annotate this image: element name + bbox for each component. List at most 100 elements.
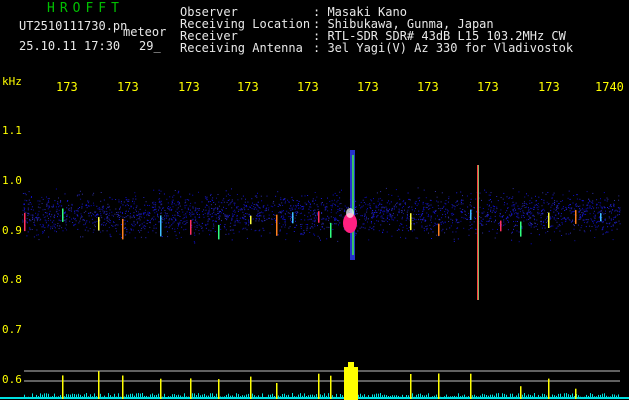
noise-pixel bbox=[111, 224, 113, 226]
noise-pixel bbox=[137, 218, 139, 220]
noise-pixel bbox=[617, 207, 619, 209]
noise-pixel bbox=[310, 218, 312, 220]
noise-pixel bbox=[58, 206, 59, 208]
noise-pixel bbox=[391, 235, 393, 237]
noise-pixel bbox=[527, 195, 529, 197]
baseline-noise bbox=[554, 395, 555, 398]
noise-pixel bbox=[508, 214, 510, 216]
noise-pixel bbox=[405, 219, 407, 221]
baseline-noise bbox=[224, 396, 225, 398]
noise-pixel bbox=[514, 207, 516, 209]
noise-pixel bbox=[394, 217, 396, 219]
noise-pixel bbox=[145, 209, 147, 211]
noise-pixel bbox=[201, 222, 203, 224]
baseline-noise bbox=[50, 396, 51, 398]
baseline-noise bbox=[272, 393, 273, 398]
noise-pixel bbox=[542, 225, 544, 226]
noise-pixel bbox=[573, 214, 575, 216]
noise-pixel bbox=[47, 198, 49, 200]
noise-pixel bbox=[338, 224, 339, 226]
noise-pixel bbox=[149, 226, 151, 228]
noise-pixel bbox=[582, 213, 584, 215]
baseline-noise bbox=[144, 395, 145, 398]
noise-pixel bbox=[531, 224, 533, 225]
noise-pixel bbox=[400, 203, 402, 205]
noise-pixel bbox=[224, 214, 226, 216]
noise-pixel bbox=[415, 237, 417, 239]
noise-pixel bbox=[335, 217, 337, 219]
noise-pixel bbox=[185, 228, 187, 230]
baseline-noise bbox=[544, 394, 545, 398]
noise-pixel bbox=[157, 215, 158, 217]
noise-pixel bbox=[481, 199, 482, 201]
noise-pixel bbox=[556, 227, 558, 229]
noise-pixel bbox=[524, 207, 526, 208]
noise-pixel bbox=[89, 228, 91, 229]
noise-pixel bbox=[208, 229, 210, 231]
noise-pixel bbox=[369, 203, 371, 205]
noise-pixel bbox=[522, 212, 524, 214]
noise-pixel bbox=[510, 211, 511, 213]
noise-pixel bbox=[356, 213, 358, 215]
noise-pixel bbox=[27, 212, 29, 214]
noise-pixel bbox=[570, 208, 572, 210]
noise-pixel bbox=[443, 222, 444, 224]
noise-pixel bbox=[606, 200, 608, 202]
noise-pixel bbox=[285, 200, 286, 202]
noise-pixel bbox=[512, 201, 514, 203]
baseline-noise bbox=[594, 396, 595, 398]
baseline-noise bbox=[592, 394, 593, 398]
noise-pixel bbox=[518, 231, 520, 233]
noise-pixel bbox=[431, 238, 432, 239]
noise-pixel bbox=[453, 205, 455, 207]
noise-pixel bbox=[600, 206, 602, 208]
noise-pixel bbox=[556, 217, 558, 219]
noise-pixel bbox=[422, 203, 424, 205]
noise-pixel bbox=[279, 222, 281, 224]
noise-pixel bbox=[133, 214, 135, 216]
noise-pixel bbox=[309, 232, 311, 233]
noise-pixel bbox=[310, 215, 311, 217]
noise-pixel bbox=[361, 226, 363, 228]
noise-pixel bbox=[376, 216, 378, 218]
noise-pixel bbox=[303, 207, 304, 209]
noise-pixel bbox=[290, 205, 292, 207]
noise-pixel bbox=[441, 217, 443, 219]
noise-pixel bbox=[159, 207, 161, 209]
noise-pixel bbox=[171, 224, 173, 226]
noise-pixel bbox=[314, 225, 316, 227]
noise-pixel bbox=[470, 205, 472, 207]
noise-pixel bbox=[59, 225, 61, 227]
noise-pixel bbox=[100, 213, 102, 215]
noise-pixel bbox=[561, 208, 563, 210]
noise-pixel bbox=[52, 227, 53, 229]
noise-pixel bbox=[371, 213, 373, 215]
noise-pixel bbox=[398, 229, 400, 231]
noise-pixel bbox=[398, 208, 400, 210]
noise-pixel bbox=[82, 219, 84, 221]
noise-pixel bbox=[447, 212, 448, 214]
noise-pixel bbox=[552, 202, 554, 204]
noise-pixel bbox=[106, 211, 108, 213]
baseline-noise bbox=[32, 393, 33, 398]
noise-pixel bbox=[336, 218, 338, 220]
noise-pixel bbox=[26, 218, 28, 220]
noise-pixel bbox=[181, 209, 183, 211]
noise-pixel bbox=[102, 207, 104, 209]
noise-pixel bbox=[488, 199, 490, 201]
noise-pixel bbox=[354, 209, 356, 210]
noise-pixel bbox=[257, 210, 259, 212]
noise-pixel bbox=[139, 219, 141, 221]
noise-pixel bbox=[421, 221, 422, 223]
noise-pixel bbox=[581, 215, 583, 217]
noise-pixel bbox=[297, 204, 299, 206]
noise-pixel bbox=[191, 213, 193, 215]
noise-pixel bbox=[154, 206, 156, 208]
noise-pixel bbox=[220, 202, 222, 204]
noise-pixel bbox=[129, 213, 131, 215]
noise-pixel bbox=[313, 224, 315, 225]
noise-pixel bbox=[462, 209, 464, 210]
noise-pixel bbox=[268, 207, 270, 209]
noise-pixel bbox=[109, 197, 111, 199]
noise-pixel bbox=[32, 219, 33, 220]
